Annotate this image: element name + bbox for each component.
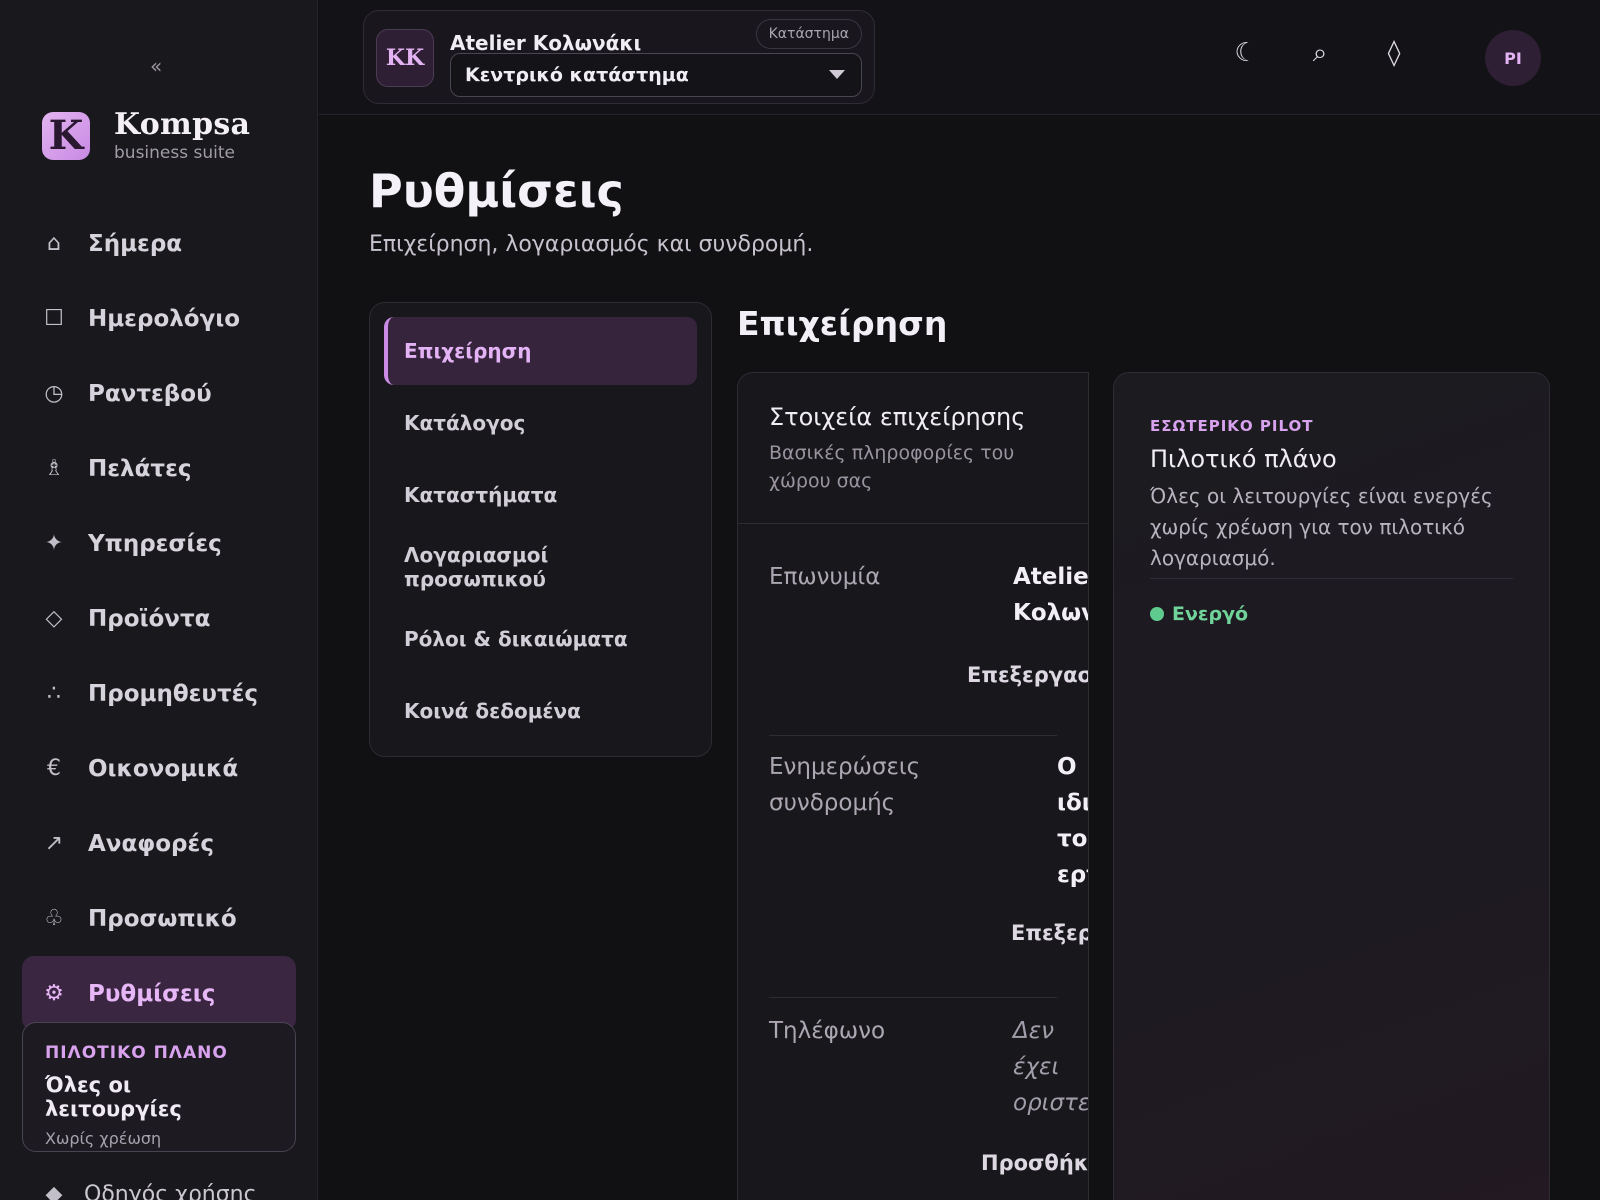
sidebar-item-label: Προμηθευτές xyxy=(88,680,259,707)
sidebar-item-settings[interactable]: ⚙ Ρυθμίσεις xyxy=(22,956,296,1031)
field-value: Atelier Κολωνάκι xyxy=(1013,564,1089,626)
card-title: Στοιχεία επιχείρησης xyxy=(769,403,1026,431)
page-subtitle: Επιχείρηση, λογαριασμός και συνδρομή. xyxy=(369,232,814,257)
sidebar-item-label: Οικονομικά xyxy=(88,755,239,782)
calendar-icon: ☐ xyxy=(44,306,64,331)
edit-subscription-updates-button[interactable]: Επεξεργασία xyxy=(1011,921,1088,945)
sidebar-item-calendar[interactable]: ☐ Ημερολόγιο xyxy=(22,281,296,356)
store-type-badge: Κατάστημα xyxy=(755,19,862,49)
status-dot-icon xyxy=(1150,607,1164,621)
plan-kicker: ΠΙΛΟΤΙΚΟ ΠΛΑΝΟ xyxy=(45,1043,228,1063)
plan-subtitle: Χωρίς χρέωση xyxy=(45,1129,162,1148)
arrow-up-right-icon: ↗ xyxy=(44,831,64,856)
status-label: Ενεργό xyxy=(1172,603,1249,625)
diamond-icon: ◇ xyxy=(45,606,63,631)
plan-card[interactable]: ΠΙΛΟΤΙΚΟ ΠΛΑΝΟ Όλες οι λειτουργίες Χωρίς… xyxy=(22,1022,296,1152)
diamond-icon[interactable]: ◊ xyxy=(1379,38,1409,68)
sidebar-item-today[interactable]: ⌂ Σήμερα xyxy=(22,206,296,281)
search-icon[interactable]: ⌕ xyxy=(1305,38,1335,69)
clock-icon: ◷ xyxy=(44,381,64,406)
field-label: Τηλέφωνο xyxy=(769,1018,886,1044)
user-guide-link[interactable]: ◆ Οδηγός χρήσης xyxy=(42,1182,257,1200)
pilot-description: Όλες οι λειτουργίες είναι ενεργές χωρίς … xyxy=(1150,481,1513,579)
field-subscription-updates: Ενημερώσεις συνδρομής Ο ιδιοκτήτης του χ… xyxy=(769,749,1088,989)
brand-logo-icon: K xyxy=(42,111,90,160)
field-business-name: Επωνυμία Atelier Κολωνάκι Επεξεργασία xyxy=(769,559,1088,719)
subnav-item-roles[interactable]: Ρόλοι & δικαιώματα xyxy=(384,605,697,673)
sparkle-icon: ✦ xyxy=(44,531,64,556)
sidebar-item-label: Ημερολόγιο xyxy=(88,305,241,332)
field-phone: Τηλέφωνο Δεν έχει οριστεί Προσθήκη xyxy=(769,1013,1088,1200)
sidebar-item-products[interactable]: ◇ Προϊόντα xyxy=(22,581,296,656)
brand-name: Kompsa xyxy=(114,107,251,142)
subnav-item-shared-data[interactable]: Κοινά δεδομένα xyxy=(384,677,697,745)
business-details-card: Στοιχεία επιχείρησης Βασικές πληροφορίες… xyxy=(737,372,1089,1200)
sidebar-item-label: Αναφορές xyxy=(88,830,214,857)
topbar: KK Atelier Κολωνάκι Κατάστημα Κεντρικό κ… xyxy=(319,0,1600,115)
brand[interactable]: K Kompsa business suite xyxy=(42,108,250,163)
page-title: Ρυθμίσεις xyxy=(369,164,624,218)
card-description: Βασικές πληροφορίες του χώρου σας xyxy=(769,442,1015,492)
sidebar-item-appointments[interactable]: ◷ Ραντεβού xyxy=(22,356,296,431)
collapse-sidebar-icon[interactable]: « xyxy=(150,54,162,78)
store-select[interactable]: Κεντρικό κατάστημα xyxy=(450,53,862,97)
subnav-item-stores[interactable]: Καταστήματα xyxy=(384,461,697,529)
field-label: Επωνυμία xyxy=(769,564,881,590)
brand-subtitle: business suite xyxy=(114,143,235,163)
divider xyxy=(769,997,1057,998)
brand-logo-letter: K xyxy=(48,111,84,159)
user-guide-label: Οδηγός χρήσης xyxy=(84,1182,257,1200)
staff-icon: ♧ xyxy=(44,906,64,931)
edit-business-name-button[interactable]: Επεξεργασία xyxy=(967,663,1088,687)
sidebar-item-services[interactable]: ✦ Υπηρεσίες xyxy=(22,506,296,581)
sidebar-item-suppliers[interactable]: ∴ Προμηθευτές xyxy=(22,656,296,731)
plan-title: Όλες οι λειτουργίες xyxy=(45,1073,182,1121)
pilot-title: Πιλοτικό πλάνο xyxy=(1150,445,1337,473)
suppliers-icon: ∴ xyxy=(47,681,61,706)
sidebar-item-label: Προϊόντα xyxy=(88,605,211,632)
pilot-plan-card: ΕΣΩΤΕΡΙΚΟ PILOT Πιλοτικό πλάνο Όλες οι λ… xyxy=(1113,372,1550,1200)
sidebar-item-label: Σήμερα xyxy=(88,230,183,257)
add-phone-button[interactable]: Προσθήκη xyxy=(981,1151,1088,1175)
pilot-kicker: ΕΣΩΤΕΡΙΚΟ PILOT xyxy=(1150,417,1314,435)
section-title: Επιχείρηση xyxy=(737,304,948,343)
field-value: Ο ιδιοκτήτης του χώρου εργασίας xyxy=(1057,754,1088,888)
store-name: Atelier Κολωνάκι xyxy=(450,31,642,55)
gear-icon: ⚙ xyxy=(44,981,64,1006)
subnav-item-staff-accounts[interactable]: Λογαριασμοί προσωπικού xyxy=(384,533,697,601)
divider xyxy=(769,735,1057,736)
store-switcher: KK Atelier Κολωνάκι Κατάστημα Κεντρικό κ… xyxy=(363,10,875,104)
status-badge: Ενεργό xyxy=(1150,603,1513,625)
chevron-down-icon xyxy=(829,70,845,79)
field-label: Ενημερώσεις συνδρομής xyxy=(769,754,921,816)
sidebar: « K Kompsa business suite ⌂ Σήμερα ☐ Ημε… xyxy=(0,0,318,1200)
store-avatar: KK xyxy=(376,29,434,87)
settings-subnav: Επιχείρηση Κατάλογος Καταστήματα Λογαρια… xyxy=(369,302,712,757)
user-avatar[interactable]: PI xyxy=(1485,30,1541,86)
sidebar-item-finances[interactable]: € Οικονομικά xyxy=(22,731,296,806)
subnav-item-catalog[interactable]: Κατάλογος xyxy=(384,389,697,457)
sidebar-item-customers[interactable]: ♗ Πελάτες xyxy=(22,431,296,506)
store-select-value: Κεντρικό κατάστημα xyxy=(465,64,689,86)
guide-icon: ◆ xyxy=(45,1182,63,1200)
sidebar-item-label: Υπηρεσίες xyxy=(88,530,222,557)
sidebar-item-reports[interactable]: ↗ Αναφορές xyxy=(22,806,296,881)
sidebar-item-label: Ρυθμίσεις xyxy=(88,980,216,1007)
customer-icon: ♗ xyxy=(44,456,64,481)
sidebar-nav: ⌂ Σήμερα ☐ Ημερολόγιο ◷ Ραντεβού ♗ Πελάτ… xyxy=(22,206,296,1031)
sidebar-item-label: Πελάτες xyxy=(88,455,192,482)
home-icon: ⌂ xyxy=(47,231,61,256)
sidebar-item-label: Προσωπικό xyxy=(88,905,237,932)
subnav-item-business[interactable]: Επιχείρηση xyxy=(384,317,697,385)
brand-text: Kompsa business suite xyxy=(114,108,250,163)
card-header: Στοιχεία επιχείρησης Βασικές πληροφορίες… xyxy=(738,373,1088,524)
field-value: Δεν έχει οριστεί xyxy=(1013,1018,1088,1116)
sidebar-item-label: Ραντεβού xyxy=(88,380,212,407)
euro-icon: € xyxy=(47,756,61,781)
moon-icon[interactable]: ☾ xyxy=(1231,38,1261,68)
sidebar-item-staff[interactable]: ♧ Προσωπικό xyxy=(22,881,296,956)
